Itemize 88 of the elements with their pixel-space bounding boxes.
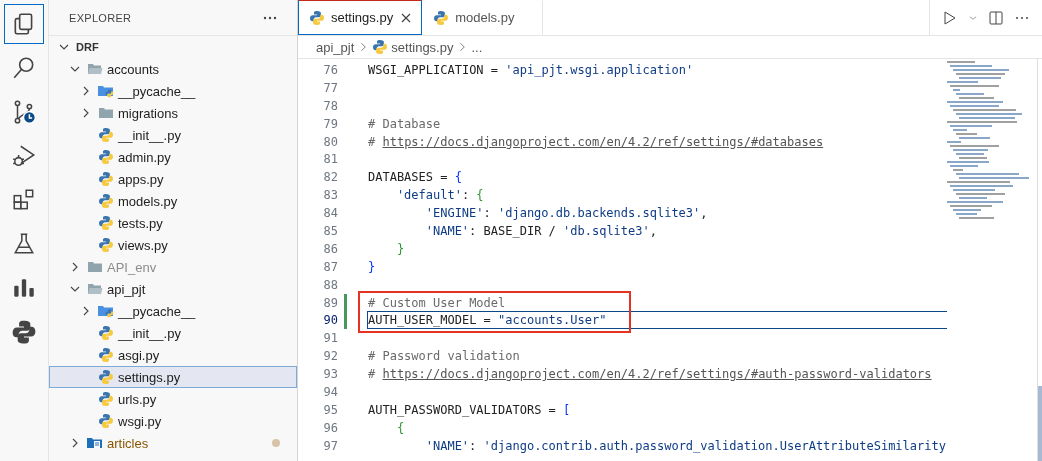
code-line: } — [396, 241, 405, 256]
python-file-icon — [98, 391, 114, 407]
code-line: 'NAME': 'django.contrib.auth.password_validation.UserAttributeSimilarity — [425, 438, 946, 453]
tree-item[interactable]: __pycache__ — [49, 80, 297, 102]
line-number: 88 — [322, 277, 338, 292]
line-number: 84 — [322, 206, 338, 221]
line-number: 85 — [322, 223, 338, 238]
python-file-icon — [98, 193, 114, 209]
code-line: 'default': { — [396, 188, 484, 203]
python-file-icon — [98, 149, 114, 165]
code-line: WSGI_APPLICATION = 'api_pjt.wsgi.application' — [368, 62, 694, 77]
code-line: } — [368, 259, 376, 274]
tree-item[interactable]: asgi.py — [49, 344, 297, 366]
code-line: AUTH_USER_MODEL = "accounts.User" — [368, 313, 607, 328]
tree-item[interactable]: articles — [49, 432, 297, 454]
breadcrumb-item[interactable]: api_pjt — [316, 39, 355, 55]
code-line: # Database — [368, 116, 441, 131]
python-file-icon — [372, 39, 389, 55]
editor-tab[interactable]: settings.py — [298, 0, 423, 35]
line-number: 93 — [322, 367, 338, 382]
tree-item[interactable]: migrations — [49, 102, 297, 124]
tree-item[interactable]: __init__.py — [49, 124, 297, 146]
tree-item[interactable]: api_pjt — [49, 278, 297, 300]
line-number: 86 — [322, 241, 338, 256]
run-icon[interactable] — [942, 9, 958, 26]
python-file-icon — [433, 9, 450, 26]
line-number: 83 — [322, 188, 338, 203]
tree-item[interactable]: __init__.py — [49, 322, 297, 344]
tree-item[interactable]: DRF — [49, 36, 297, 58]
line-number: 79 — [322, 116, 338, 131]
python-file-icon — [98, 127, 114, 143]
folder-icon — [87, 281, 103, 297]
tree-item[interactable]: urls.py — [49, 388, 297, 410]
line-number: 92 — [322, 349, 338, 364]
code-line: # Password validation — [368, 349, 520, 364]
package-folder-icon — [87, 435, 103, 451]
folder-icon — [87, 61, 103, 77]
python-file-icon — [98, 413, 114, 429]
tree-item[interactable]: admin.py — [49, 146, 297, 168]
python-file-icon — [98, 171, 114, 187]
code-line: # https://docs.djangoproject.com/en/4.2/ref/settings/#auth-password-validators — [368, 367, 932, 382]
folder-icon — [98, 105, 114, 121]
python-folder-icon — [98, 83, 114, 99]
breadcrumb-item[interactable]: settings.py — [391, 39, 454, 55]
tree-item[interactable]: wsgi.py — [49, 410, 297, 432]
code-line: 'NAME': BASE_DIR / 'db.sqlite3', — [425, 223, 657, 238]
line-number: 95 — [322, 402, 338, 417]
code-line: 'ENGINE': 'django.db.backends.sqlite3', — [425, 206, 708, 221]
python-file-icon — [98, 347, 114, 363]
line-number: 82 — [322, 170, 338, 185]
python-file-icon — [98, 325, 114, 341]
tree-item[interactable]: __pycache__ — [49, 300, 297, 322]
line-number: 91 — [322, 331, 338, 346]
code-line: # https://docs.djangoproject.com/en/4.2/ref/settings/#databases — [368, 134, 824, 149]
python-file-icon — [309, 9, 325, 26]
line-number: 77 — [322, 80, 338, 95]
more-actions-icon[interactable] — [263, 15, 277, 20]
line-number: 97 — [322, 438, 338, 453]
code-line: AUTH_PASSWORD_VALIDATORS = [ — [368, 402, 571, 417]
explorer-title: EXPLORER — [69, 11, 132, 24]
tree-item[interactable]: views.py — [49, 234, 297, 256]
code-line: { — [396, 420, 405, 435]
tree-item[interactable]: tests.py — [49, 212, 297, 234]
line-number: 81 — [322, 152, 338, 167]
folder-icon — [87, 259, 103, 275]
tree-item[interactable]: models.py — [49, 190, 297, 212]
tree-item[interactable]: apps.py — [49, 168, 297, 190]
python-file-icon — [98, 369, 114, 385]
line-number: 78 — [322, 98, 338, 113]
breadcrumb-item[interactable]: ... — [471, 39, 483, 55]
line-number: 87 — [322, 259, 338, 274]
activity-bar-button[interactable] — [4, 4, 44, 44]
split-editor-icon[interactable] — [988, 9, 1004, 26]
run-debug-icon — [11, 143, 37, 169]
python-icon — [11, 319, 37, 345]
line-number: 90 — [322, 313, 338, 328]
code-line: DATABASES = { — [368, 170, 462, 185]
tree-item[interactable]: accounts — [49, 58, 297, 80]
python-file-icon — [98, 237, 114, 253]
python-folder-icon — [98, 303, 114, 319]
line-number: 80 — [322, 134, 338, 149]
line-number: 76 — [322, 62, 338, 77]
line-number: 94 — [322, 384, 338, 399]
code-line: # Custom User Model — [368, 295, 506, 310]
tree-item[interactable]: settings.py — [49, 366, 297, 388]
line-number: 89 — [322, 295, 338, 310]
line-number: 96 — [322, 420, 338, 435]
python-file-icon — [98, 215, 114, 231]
